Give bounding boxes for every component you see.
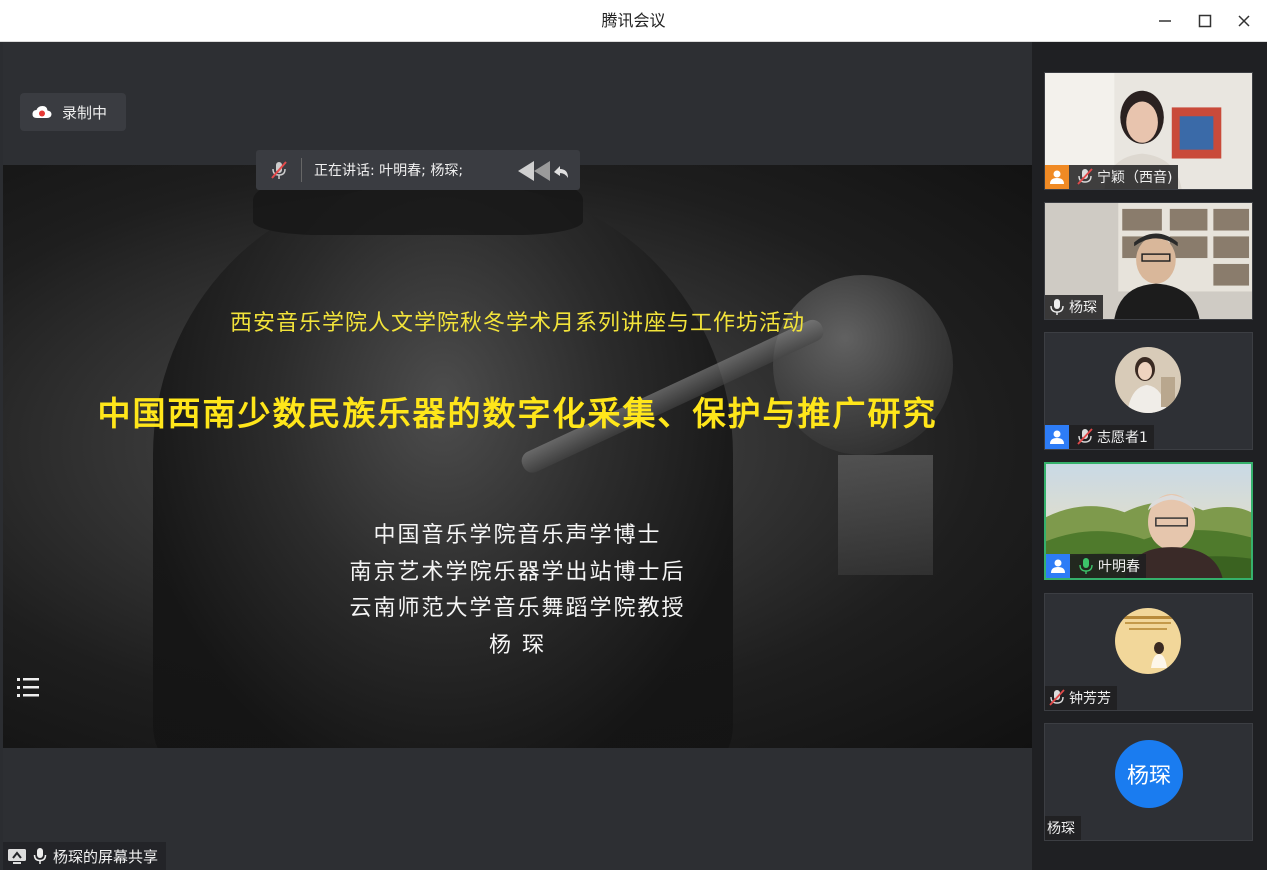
slide-subtitle: 西安音乐学院人文学院秋冬学术月系列讲座与工作坊活动	[229, 311, 805, 336]
slide-background-figure	[153, 185, 733, 748]
meeting-window: 腾讯会议 西安音乐学院人文学院秋冬学术月系列讲座与工作坊活动 中国西南少数民族乐…	[0, 0, 1267, 870]
screen-share-owner: 杨琛的屏幕共享	[53, 847, 159, 866]
cloud-record-icon	[32, 106, 52, 118]
participant-tile[interactable]: 杨琛 杨琛	[1044, 723, 1253, 841]
person-icon	[1045, 165, 1069, 189]
minimize-icon	[1159, 20, 1171, 22]
avatar-initials: 杨琛	[1115, 740, 1183, 808]
participant-name: 志愿者1	[1097, 430, 1148, 446]
slide-title: 中国西南少数民族乐器的数字化采集、保护与推广研究	[97, 394, 938, 433]
participant-name-bar: 叶明春	[1046, 554, 1146, 578]
participant-name-bar: 杨琛	[1045, 816, 1081, 840]
participant-name: 杨琛	[1047, 821, 1075, 837]
avatar	[1115, 347, 1181, 413]
participant-name-bar: 杨琛	[1045, 295, 1103, 319]
recording-indicator[interactable]: 录制中	[20, 93, 126, 131]
mic-on-icon	[1074, 557, 1094, 575]
collapse-icon[interactable]	[510, 158, 570, 188]
person-icon	[1045, 425, 1069, 449]
muted-mic-icon	[1073, 168, 1093, 186]
participant-name: 宁颖（西音)	[1097, 170, 1173, 186]
screen-share-icon	[8, 849, 26, 864]
close-button[interactable]	[1229, 6, 1259, 36]
participant-name-bar: 宁颖（西音)	[1045, 165, 1179, 189]
avatar	[1115, 608, 1181, 674]
slide-credit-line: 南京艺术学院乐器学出站博士后	[349, 560, 686, 585]
muted-mic-icon	[1045, 689, 1065, 707]
participant-name-bar: 志愿者1	[1045, 425, 1154, 449]
shared-screen-area: 西安音乐学院人文学院秋冬学术月系列讲座与工作坊活动 中国西南少数民族乐器的数字化…	[3, 42, 1032, 870]
participant-name: 钟芳芳	[1069, 691, 1111, 707]
muted-mic-icon	[1073, 428, 1093, 446]
menu-list-button[interactable]	[15, 674, 41, 700]
presentation-slide: 西安音乐学院人文学院秋冬学术月系列讲座与工作坊活动 中国西南少数民族乐器的数字化…	[3, 165, 1032, 748]
slide-presenter-name: 杨 琛	[489, 633, 546, 658]
mic-icon	[33, 848, 47, 864]
mic-icon	[1045, 298, 1065, 316]
slide-credit-line: 中国音乐学院音乐声学博士	[373, 523, 662, 548]
participant-name: 叶明春	[1098, 559, 1140, 575]
participant-tile-active-speaker[interactable]: 叶明春	[1044, 462, 1253, 580]
person-icon	[1046, 554, 1070, 578]
maximize-button[interactable]	[1190, 6, 1220, 36]
participant-tile[interactable]: 钟芳芳	[1044, 593, 1253, 711]
participant-name: 杨琛	[1069, 300, 1097, 316]
muted-mic-icon[interactable]	[256, 158, 302, 182]
participant-tile[interactable]: 杨琛	[1044, 202, 1253, 320]
participant-video-list: 宁颖（西音) 杨琛 志愿者1 叶明春 钟芳芳 杨琛 杨琛	[1032, 42, 1267, 870]
recording-label: 录制中	[62, 103, 108, 122]
minimize-button[interactable]	[1150, 6, 1180, 36]
window-title: 腾讯会议	[601, 11, 666, 30]
maximize-icon	[1198, 14, 1212, 28]
close-icon	[1238, 15, 1250, 27]
title-bar: 腾讯会议	[0, 0, 1267, 42]
screen-share-label: 杨琛的屏幕共享	[3, 842, 167, 870]
speaking-indicator: 正在讲话: 叶明春; 杨琛;	[256, 150, 580, 190]
participant-tile[interactable]: 宁颖（西音)	[1044, 72, 1253, 190]
participant-tile[interactable]: 志愿者1	[1044, 332, 1253, 450]
list-icon	[17, 678, 39, 697]
participant-name-bar: 钟芳芳	[1045, 686, 1117, 710]
slide-credit-line: 云南师范大学音乐舞蹈学院教授	[349, 596, 686, 621]
speaking-label: 正在讲话: 叶明春; 杨琛;	[314, 163, 464, 179]
